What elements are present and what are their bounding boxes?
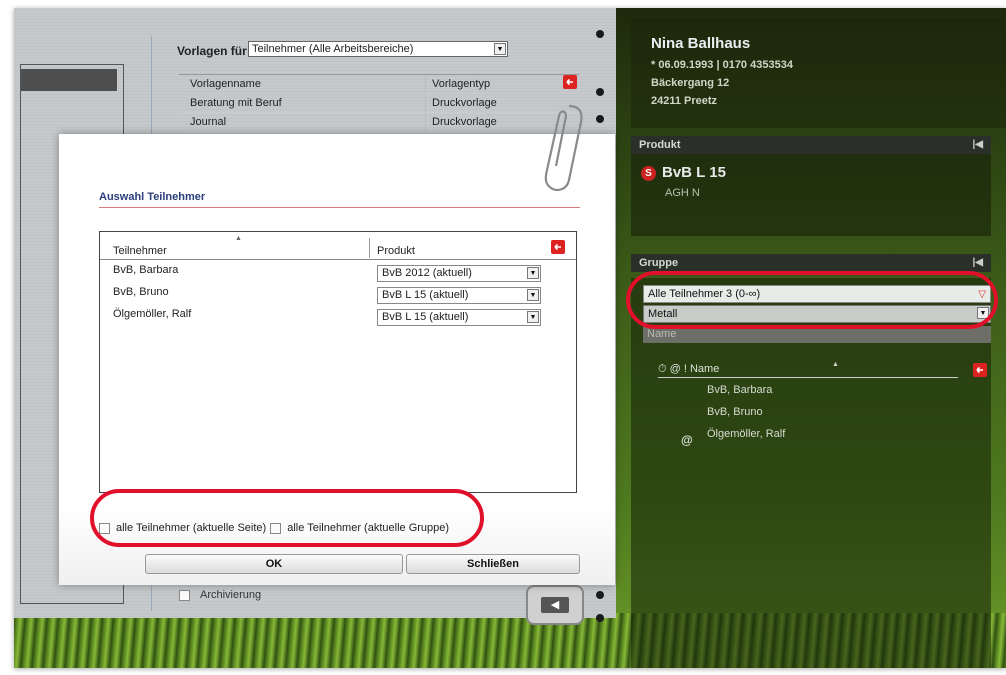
product-select[interactable]: BvB L 15 (aktuell) ▼ — [377, 287, 541, 304]
participants-table-header: Teilnehmer ▲ Produkt — [100, 232, 576, 260]
product-select[interactable]: BvB 2012 (aktuell) ▼ — [377, 265, 541, 282]
column-separator — [369, 238, 370, 258]
dialog-title: Auswahl Teilnehmer — [99, 191, 206, 203]
table-row[interactable]: BvB, Barbara BvB 2012 (aktuell) ▼ — [100, 261, 576, 283]
ok-button[interactable]: OK — [145, 554, 403, 574]
person-birth-phone: * 06.09.1993 | 0170 4353534 — [651, 59, 793, 71]
reset-sort-icon[interactable] — [973, 363, 987, 377]
product-select[interactable]: BvB L 15 (aktuell) ▼ — [377, 309, 541, 326]
collapse-icon[interactable]: |◀ — [973, 254, 984, 272]
column-template-type[interactable]: Vorlagentyp — [426, 75, 490, 93]
annotation-ring-group-filter — [626, 271, 998, 329]
product-status-badge: S — [641, 166, 656, 181]
template-type-cell: Druckvorlage — [432, 97, 497, 109]
reset-sort-icon[interactable] — [551, 240, 565, 254]
email-at-icon: @ — [681, 433, 693, 447]
binder-dot — [596, 614, 604, 622]
back-arrow-icon: ◀ — [541, 597, 569, 613]
table-row[interactable]: Ölgemöller, Ralf BvB L 15 (aktuell) ▼ — [100, 305, 576, 327]
person-street: Bäckergang 12 — [651, 77, 730, 89]
chevron-down-icon[interactable]: ▼ — [527, 311, 539, 323]
collapse-icon[interactable]: |◀ — [973, 136, 984, 154]
product-section-header: Produkt |◀ — [631, 136, 991, 154]
chevron-down-icon[interactable]: ▼ — [527, 267, 539, 279]
reset-sort-icon[interactable] — [563, 75, 577, 89]
template-name-cell: Journal — [179, 113, 426, 131]
archive-option[interactable]: Archivierung — [179, 589, 261, 601]
archive-checkbox[interactable] — [179, 589, 190, 601]
participant-name: BvB, Bruno — [113, 286, 169, 298]
status-icons: ⏱ @ ! — [658, 363, 687, 375]
binder-dot — [596, 30, 604, 38]
participant-panel: Nina Ballhaus * 06.09.1993 | 0170 435353… — [631, 8, 1006, 668]
product-name: BvB L 15 — [662, 164, 726, 181]
product-section-title: Produkt — [639, 139, 681, 151]
close-button[interactable]: Schließen — [406, 554, 580, 574]
sort-up-icon[interactable]: ▲ — [235, 235, 242, 242]
templates-for-label: Vorlagen für — [177, 44, 247, 58]
title-divider — [99, 207, 580, 208]
back-button[interactable]: ◀ — [526, 585, 584, 625]
list-item[interactable]: BvB, Barbara — [707, 384, 772, 396]
group-list-header: ⏱ @ ! Name ▲ — [658, 360, 958, 378]
list-item[interactable]: Ölgemöller, Ralf — [707, 428, 785, 440]
table-row[interactable]: Beratung mit Beruf Druckvorlage — [179, 94, 579, 113]
binder-dot — [596, 591, 604, 599]
template-name-cell: Beratung mit Beruf — [179, 94, 426, 112]
person-city: 24211 Preetz — [651, 95, 718, 107]
templates-table-header: Vorlagenname Vorlagentyp — [179, 75, 579, 94]
column-product[interactable]: Produkt — [377, 245, 415, 257]
paperclip-icon — [544, 104, 583, 191]
product-select-value: BvB 2012 (aktuell) — [382, 267, 472, 279]
person-name: Nina Ballhaus — [651, 35, 751, 52]
participant-name: BvB, Barbara — [113, 264, 179, 276]
templates-scope-select[interactable]: Teilnehmer (Alle Arbeitsbereiche) ▼ — [248, 41, 508, 57]
participants-table: Teilnehmer ▲ Produkt BvB, Barbara BvB 20… — [99, 231, 577, 493]
sort-up-icon[interactable]: ▲ — [832, 356, 839, 374]
table-row[interactable]: Journal Druckvorlage — [179, 113, 579, 132]
table-row[interactable]: BvB, Bruno BvB L 15 (aktuell) ▼ — [100, 283, 576, 305]
product-select-value: BvB L 15 (aktuell) — [382, 289, 469, 301]
template-type-cell: Druckvorlage — [432, 116, 497, 128]
archive-label: Archivierung — [200, 589, 262, 601]
annotation-ring-checkboxes — [90, 489, 484, 547]
product-select-value: BvB L 15 (aktuell) — [382, 311, 469, 323]
side-box-bar — [21, 69, 117, 91]
group-section-header: Gruppe |◀ — [631, 254, 991, 272]
product-subtitle: AGH N — [665, 187, 700, 199]
chevron-down-icon[interactable]: ▼ — [527, 289, 539, 301]
templates-scope-value: Teilnehmer (Alle Arbeitsbereiche) — [252, 43, 414, 55]
product-section: S BvB L 15 AGH N — [631, 154, 991, 236]
participant-name: Ölgemöller, Ralf — [113, 308, 192, 320]
templates-table: Vorlagenname Vorlagentyp Beratung mit Be… — [179, 74, 579, 132]
column-template-name[interactable]: Vorlagenname — [179, 75, 426, 93]
binder-dot — [596, 115, 604, 123]
group-section-title: Gruppe — [639, 257, 679, 269]
chevron-down-icon[interactable]: ▼ — [494, 43, 506, 55]
column-participant[interactable]: Teilnehmer — [113, 245, 167, 257]
binder-dot — [596, 88, 604, 96]
column-name[interactable]: Name — [690, 363, 719, 375]
app-window: Vorlagen für Teilnehmer (Alle Arbeitsber… — [14, 8, 1006, 668]
list-item[interactable]: BvB, Bruno — [707, 406, 763, 418]
